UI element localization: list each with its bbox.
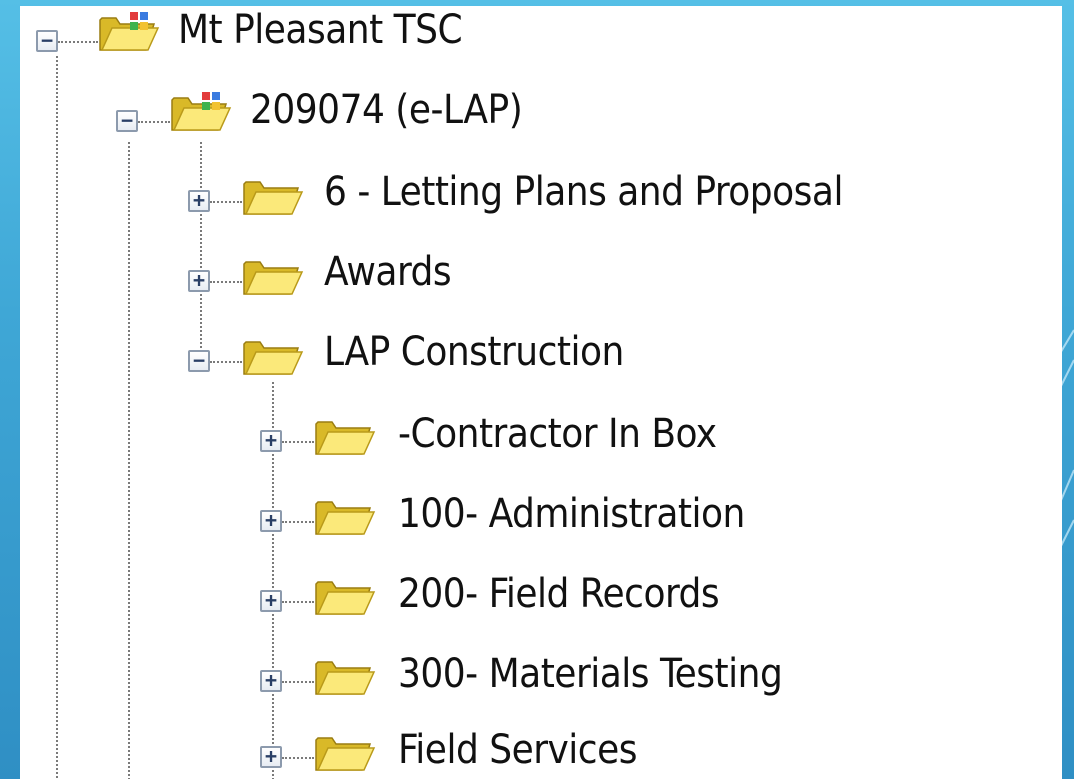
project-folder-icon [171,92,232,131]
tree-connector [282,521,314,523]
tree-connector [210,281,242,283]
expand-toggle[interactable]: + [260,670,282,692]
expand-toggle[interactable]: + [260,430,282,452]
folder-icon [315,581,376,615]
folder-icon [243,181,304,215]
tree-node-label: 300- Materials Testing [398,651,783,697]
tree-connector [282,681,314,683]
collapse-toggle[interactable]: − [116,110,138,132]
folder-icon [315,737,376,771]
tree-node-label: -Contractor In Box [398,411,717,457]
tree-connector [138,121,170,123]
tree-node-label: LAP Construction [324,329,624,375]
tree-connector [210,201,242,203]
folder-icon [243,341,304,375]
tree-node-label: 6 - Letting Plans and Proposal [324,169,843,215]
folder-tree-panel: − Mt Pleasant TSC − 209074 (e-LAP) + 6 -… [20,6,1062,779]
collapse-toggle[interactable]: − [188,350,210,372]
tree-guide-line [56,56,58,779]
expand-toggle[interactable]: + [260,510,282,532]
tree-node-label: Mt Pleasant TSC [178,7,463,53]
expand-toggle[interactable]: + [188,270,210,292]
expand-toggle[interactable]: + [260,746,282,768]
project-folder-icon [99,12,160,51]
folder-icon [315,501,376,535]
tree-node-label: 209074 (e-LAP) [250,87,523,133]
collapse-toggle[interactable]: − [36,30,58,52]
tree-connector [282,757,314,759]
expand-toggle[interactable]: + [260,590,282,612]
tree-node-label: Field Services [398,727,637,773]
tree-guide-line [128,142,130,779]
tree-connector [282,601,314,603]
tree-node-label: 100- Administration [398,491,745,537]
tree-connector [58,41,98,43]
folder-icon [315,661,376,695]
tree-node-label: Awards [324,249,452,295]
tree-connector [282,441,314,443]
tree-node-label: 200- Field Records [398,571,720,617]
expand-toggle[interactable]: + [188,190,210,212]
tree-guide-line [200,142,202,352]
tree-connector [210,361,242,363]
folder-icon [315,421,376,455]
folder-icon [243,261,304,295]
